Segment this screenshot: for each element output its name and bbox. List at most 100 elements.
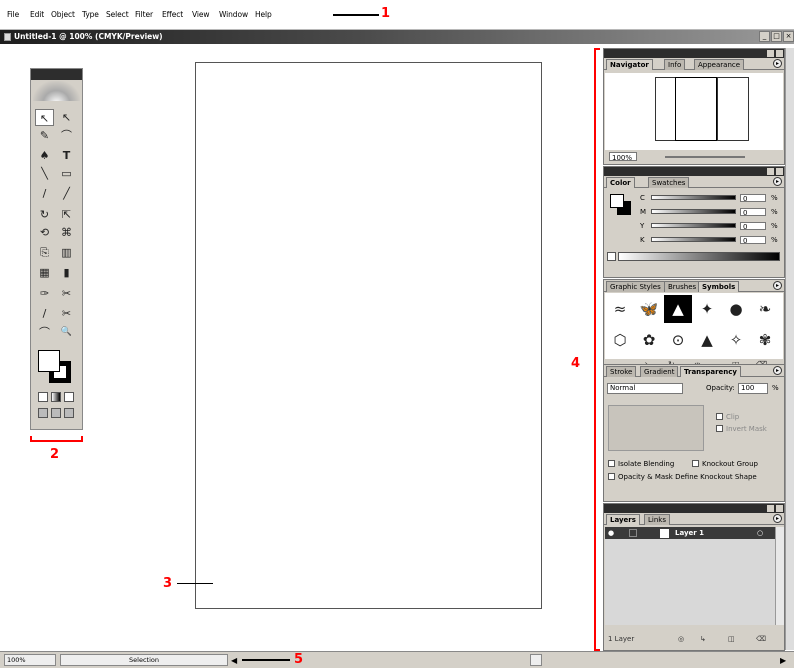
blend-mode-select[interactable]: Normal [607, 383, 683, 394]
blend-tool-icon[interactable]: ✂ [57, 285, 76, 302]
menu-select[interactable]: Select [106, 10, 129, 19]
isolate-blending-checkbox[interactable]: Isolate Blending [608, 460, 674, 469]
panel-menu-icon[interactable]: ▸ [773, 177, 782, 186]
menu-file[interactable]: File [7, 10, 19, 19]
navigator-zoom-field[interactable]: 100% [609, 152, 637, 162]
menu-window[interactable]: Window [219, 10, 248, 19]
horizontal-scroll-thumb[interactable] [530, 654, 542, 666]
type-tool-icon[interactable]: T [57, 147, 76, 164]
menu-filter[interactable]: Filter [135, 10, 153, 19]
color-fill-proxy[interactable] [610, 194, 624, 208]
menu-effect[interactable]: Effect [162, 10, 183, 19]
tab-graphic-styles[interactable]: Graphic Styles [606, 281, 665, 292]
scissors-tool-icon[interactable]: ✂ [57, 305, 76, 322]
pencil-tool-icon[interactable]: ╱ [57, 185, 76, 202]
tab-gradient[interactable]: Gradient [640, 366, 679, 377]
symbol-item[interactable]: ✿ [635, 326, 663, 354]
close-button[interactable]: × [783, 31, 794, 42]
panel-header[interactable] [604, 49, 784, 58]
symbol-item[interactable]: ❧ [751, 295, 779, 323]
selection-tool-icon[interactable]: ↖ [35, 109, 54, 126]
panel-menu-icon[interactable]: ▸ [773, 281, 782, 290]
symbol-item[interactable]: ▲ [693, 326, 721, 354]
scale-tool-icon[interactable]: ⇱ [57, 206, 76, 223]
layer-row[interactable]: ● Layer 1 ○ [605, 527, 775, 539]
zoom-tool-icon[interactable]: 🔍 [57, 324, 76, 341]
tab-transparency[interactable]: Transparency [680, 366, 741, 377]
navigator-view-box[interactable] [675, 77, 717, 141]
new-sublayer-icon[interactable]: ↳ [700, 635, 706, 644]
pen-tool-icon[interactable]: ♠ [35, 147, 54, 164]
panel-menu-icon[interactable]: ▸ [773, 366, 782, 375]
gradient-mode-button[interactable] [51, 392, 61, 402]
artboard[interactable] [195, 62, 542, 609]
black-slider[interactable] [651, 237, 736, 242]
hand-tool-icon[interactable]: ⌒ [35, 324, 54, 341]
target-icon[interactable]: ○ [757, 527, 763, 539]
scroll-right-icon[interactable]: ▶ [780, 654, 786, 667]
mesh-tool-icon[interactable]: ▦ [35, 264, 54, 281]
tab-brushes[interactable]: Brushes [664, 281, 701, 292]
symbol-item[interactable]: ≈ [606, 295, 634, 323]
symbol-sprayer-tool-icon[interactable]: ⎘ [35, 244, 54, 261]
tab-links[interactable]: Links [644, 514, 670, 525]
tab-stroke[interactable]: Stroke [606, 366, 637, 377]
tab-color[interactable]: Color [606, 177, 635, 188]
yellow-slider[interactable] [651, 223, 736, 228]
symbol-item[interactable]: ⊙ [664, 326, 692, 354]
none-color-icon[interactable] [607, 252, 616, 261]
free-transform-tool-icon[interactable]: ⌘ [57, 224, 76, 241]
opacity-mask-thumbnail[interactable] [608, 405, 704, 451]
lock-toggle[interactable] [629, 529, 637, 537]
magenta-slider[interactable] [651, 209, 736, 214]
yellow-field[interactable]: 0 [740, 222, 766, 231]
menu-type[interactable]: Type [82, 10, 99, 19]
zoom-level-field[interactable]: 100% [4, 654, 56, 666]
color-spectrum-ramp[interactable] [618, 252, 780, 261]
direct-selection-tool-icon[interactable]: ↖ [57, 109, 76, 126]
panel-menu-icon[interactable]: ▸ [773, 59, 782, 68]
menu-object[interactable]: Object [51, 10, 75, 19]
tab-symbols[interactable]: Symbols [698, 281, 740, 292]
warp-tool-icon[interactable]: ⟲ [35, 224, 54, 241]
symbol-item[interactable]: 🦋 [635, 295, 663, 323]
tab-layers[interactable]: Layers [606, 514, 640, 525]
symbol-item[interactable]: ● [722, 295, 750, 323]
symbol-item[interactable]: ⬡ [606, 326, 634, 354]
lasso-tool-icon[interactable]: ⌒ [57, 127, 76, 144]
tab-swatches[interactable]: Swatches [648, 177, 690, 188]
line-tool-icon[interactable]: ╲ [35, 165, 54, 182]
symbol-item[interactable]: ✾ [751, 326, 779, 354]
cyan-field[interactable]: 0 [740, 194, 766, 203]
opacity-field[interactable]: 100 [738, 383, 768, 394]
gradient-tool-icon[interactable]: ▮ [57, 264, 76, 281]
minimize-button[interactable]: _ [759, 31, 770, 42]
tools-palette-header[interactable] [31, 69, 82, 80]
layer-name[interactable]: Layer 1 [675, 527, 704, 539]
eyedropper-tool-icon[interactable]: ✑ [35, 285, 54, 302]
symbol-item[interactable]: ✧ [722, 326, 750, 354]
vertical-scrollbar[interactable] [785, 48, 794, 650]
paintbrush-tool-icon[interactable]: / [35, 185, 54, 202]
new-layer-icon[interactable]: ◫ [728, 635, 735, 644]
maximize-button[interactable]: □ [771, 31, 782, 42]
invert-mask-checkbox[interactable]: Invert Mask [716, 425, 767, 434]
navigator-preview[interactable] [605, 73, 783, 150]
fill-swatch[interactable] [38, 350, 60, 372]
opacity-mask-knockout-checkbox[interactable]: Opacity & Mask Define Knockout Shape [608, 473, 757, 482]
menu-edit[interactable]: Edit [30, 10, 44, 19]
knockout-group-checkbox[interactable]: Knockout Group [692, 460, 758, 469]
standard-screen-mode-button[interactable] [38, 408, 48, 418]
graph-tool-icon[interactable]: ▥ [57, 244, 76, 261]
magenta-field[interactable]: 0 [740, 208, 766, 217]
tab-appearance[interactable]: Appearance [694, 59, 745, 70]
clip-checkbox[interactable]: Clip [716, 413, 739, 422]
delete-layer-icon[interactable]: ⌫ [756, 635, 766, 644]
magic-wand-tool-icon[interactable]: ✎ [35, 127, 54, 144]
panel-menu-icon[interactable]: ▸ [773, 514, 782, 523]
menu-help[interactable]: Help [255, 10, 272, 19]
black-field[interactable]: 0 [740, 236, 766, 245]
slice-tool-icon[interactable]: / [35, 305, 54, 322]
scroll-left-icon[interactable]: ◀ [231, 654, 237, 667]
color-mode-button[interactable] [38, 392, 48, 402]
